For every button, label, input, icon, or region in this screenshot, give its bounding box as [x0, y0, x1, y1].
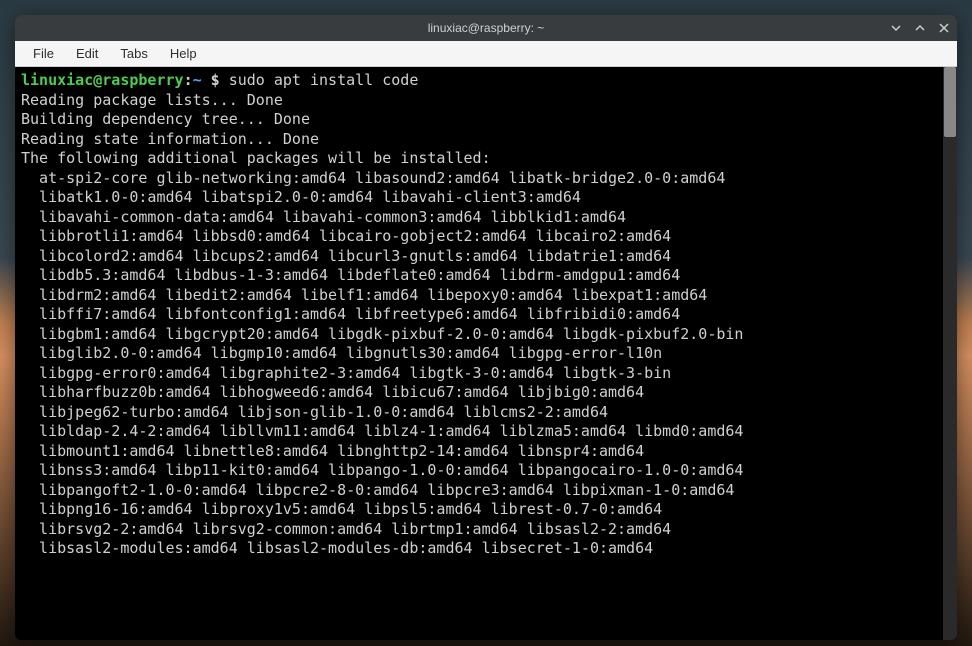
package-line: libharfbuzz0b:amd64 libhogweed6:amd64 li…: [21, 383, 644, 401]
output-line: The following additional packages will b…: [21, 149, 491, 167]
package-line: libmount1:amd64 libnettle8:amd64 libnght…: [21, 442, 644, 460]
output-line: Reading state information... Done: [21, 130, 319, 148]
minimize-button[interactable]: [889, 21, 903, 35]
scroll-thumb[interactable]: [944, 67, 956, 137]
titlebar[interactable]: linuxiac@raspberry: ~: [15, 15, 957, 41]
menu-edit[interactable]: Edit: [66, 43, 108, 64]
terminal-window: linuxiac@raspberry: ~ File Edit Tabs Hel…: [15, 15, 957, 640]
package-line: libsasl2-modules:amd64 libsasl2-modules-…: [21, 539, 653, 557]
prompt-symbol: $: [202, 71, 229, 89]
prompt-colon: :: [184, 71, 193, 89]
terminal-content[interactable]: linuxiac@raspberry:~ $ sudo apt install …: [15, 67, 943, 640]
package-line: libbrotli1:amd64 libbsd0:amd64 libcairo-…: [21, 227, 671, 245]
package-line: libdb5.3:amd64 libdbus-1-3:amd64 libdefl…: [21, 266, 680, 284]
prompt-user: linuxiac: [21, 71, 93, 89]
maximize-button[interactable]: [913, 21, 927, 35]
menu-tabs[interactable]: Tabs: [110, 43, 157, 64]
output-line: Reading package lists... Done: [21, 91, 283, 109]
package-line: libldap-2.4-2:amd64 libllvm11:amd64 libl…: [21, 422, 743, 440]
scrollbar[interactable]: [943, 67, 957, 640]
prompt-host: raspberry: [102, 71, 183, 89]
package-line: libnss3:amd64 libp11-kit0:amd64 libpango…: [21, 461, 743, 479]
terminal-area: linuxiac@raspberry:~ $ sudo apt install …: [15, 67, 957, 640]
package-line: libdrm2:amd64 libedit2:amd64 libelf1:amd…: [21, 286, 707, 304]
package-line: libpng16-16:amd64 libproxy1v5:amd64 libp…: [21, 500, 662, 518]
package-line: libglib2.0-0:amd64 libgmp10:amd64 libgnu…: [21, 344, 662, 362]
prompt-path: ~: [193, 71, 202, 89]
package-line: libffi7:amd64 libfontconfig1:amd64 libfr…: [21, 305, 680, 323]
package-line: librsvg2-2:amd64 librsvg2-common:amd64 l…: [21, 520, 671, 538]
package-line: libavahi-common-data:amd64 libavahi-comm…: [21, 208, 626, 226]
window-title: linuxiac@raspberry: ~: [428, 21, 545, 35]
package-line: at-spi2-core glib-networking:amd64 libas…: [21, 169, 725, 187]
menubar: File Edit Tabs Help: [15, 41, 957, 67]
package-line: libcolord2:amd64 libcups2:amd64 libcurl3…: [21, 247, 671, 265]
close-button[interactable]: [937, 21, 951, 35]
package-line: libpangoft2-1.0-0:amd64 libpcre2-8-0:amd…: [21, 481, 734, 499]
command-text: sudo apt install code: [229, 71, 419, 89]
package-line: libgbm1:amd64 libgcrypt20:amd64 libgdk-p…: [21, 325, 743, 343]
prompt-at: @: [93, 71, 102, 89]
package-line: libgpg-error0:amd64 libgraphite2-3:amd64…: [21, 364, 671, 382]
package-line: libatk1.0-0:amd64 libatspi2.0-0:amd64 li…: [21, 188, 581, 206]
package-line: libjpeg62-turbo:amd64 libjson-glib-1.0-0…: [21, 403, 608, 421]
menu-file[interactable]: File: [23, 43, 64, 64]
menu-help[interactable]: Help: [160, 43, 207, 64]
output-line: Building dependency tree... Done: [21, 110, 310, 128]
window-controls: [889, 15, 951, 41]
